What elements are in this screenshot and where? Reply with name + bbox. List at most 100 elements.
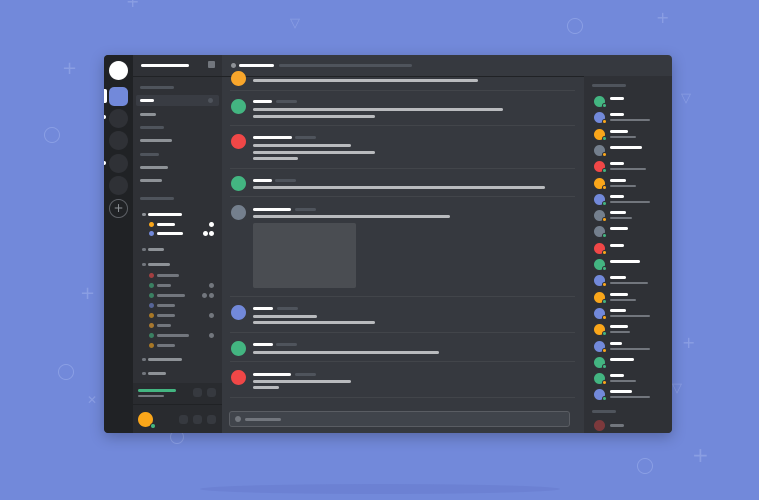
deafen-button[interactable]	[193, 415, 202, 424]
voice-user-avatar	[149, 231, 154, 236]
message-avatar[interactable]	[231, 71, 246, 86]
bg-triangle-icon: ▽	[681, 91, 691, 106]
message-avatar[interactable]	[231, 99, 246, 114]
member-name[interactable]	[610, 178, 626, 182]
message-username[interactable]	[253, 208, 291, 211]
channel-name	[140, 99, 154, 102]
member-activity	[610, 217, 632, 220]
member-name[interactable]	[610, 341, 622, 345]
member-name[interactable]	[610, 97, 624, 100]
voice-channel[interactable]	[142, 213, 146, 216]
bg-plus-icon: +	[692, 443, 709, 467]
voice-user-avatar	[149, 303, 154, 308]
server-icon[interactable]	[109, 176, 128, 195]
message-username[interactable]	[253, 179, 272, 182]
member-status-badge	[602, 168, 607, 174]
message-input[interactable]	[229, 411, 570, 427]
member-name[interactable]	[610, 325, 628, 329]
server-icon[interactable]	[109, 154, 128, 173]
voice-user-name	[157, 232, 183, 235]
voice-user-avatar	[149, 333, 154, 338]
member-name[interactable]	[610, 357, 634, 361]
member-name[interactable]	[610, 276, 626, 280]
channel-item[interactable]	[140, 113, 156, 116]
member-name[interactable]	[610, 260, 640, 263]
voice-user-indicator	[209, 283, 214, 288]
message-avatar[interactable]	[231, 341, 246, 356]
message-avatar[interactable]	[231, 176, 246, 191]
message-username[interactable]	[253, 307, 273, 310]
image-attachment[interactable]	[253, 223, 356, 288]
message-avatar[interactable]	[231, 305, 246, 320]
voice-channel[interactable]	[142, 372, 146, 375]
member-avatar-offline[interactable]	[594, 420, 605, 431]
member-name[interactable]	[610, 194, 624, 198]
settings-gear-icon[interactable]	[207, 415, 216, 424]
voice-channel[interactable]	[142, 358, 146, 361]
channel-item[interactable]	[140, 139, 172, 142]
voice-connected-status	[138, 389, 176, 392]
message-text	[253, 79, 478, 82]
voice-user-indicator	[209, 333, 214, 338]
voice-user-indicator	[209, 222, 214, 227]
upload-plus-icon[interactable]	[235, 416, 241, 422]
member-name[interactable]	[610, 390, 632, 394]
server-icon[interactable]	[109, 131, 128, 150]
server-header[interactable]	[133, 55, 222, 77]
bg-plus-icon: +	[62, 58, 78, 79]
message-input-placeholder	[245, 418, 281, 421]
message-divider	[230, 332, 575, 333]
unread-indicator	[104, 115, 106, 119]
voice-connected-panel	[133, 383, 222, 405]
server-menu-icon[interactable]	[208, 61, 215, 68]
category-header[interactable]	[140, 86, 174, 89]
member-activity	[610, 282, 648, 285]
member-name[interactable]	[610, 113, 624, 117]
member-activity	[610, 331, 630, 334]
channel-item[interactable]	[140, 179, 162, 182]
bg-circle-icon	[567, 18, 583, 34]
voice-user-avatar	[149, 343, 154, 348]
message-username[interactable]	[253, 136, 292, 139]
member-name-offline[interactable]	[610, 424, 624, 427]
member-name[interactable]	[610, 308, 626, 312]
member-name[interactable]	[610, 227, 628, 231]
channel-hash-icon	[231, 63, 236, 68]
home-icon[interactable]	[109, 61, 128, 80]
server-icon[interactable]	[109, 109, 128, 128]
member-name[interactable]	[610, 292, 628, 296]
message-username[interactable]	[253, 373, 291, 376]
voice-channel[interactable]	[142, 263, 146, 266]
member-name[interactable]	[610, 243, 624, 247]
member-name[interactable]	[610, 145, 642, 149]
message-avatar[interactable]	[231, 134, 246, 149]
member-category-header	[592, 84, 626, 87]
screen-share-button[interactable]	[207, 388, 216, 397]
bg-circle-icon	[44, 127, 60, 143]
member-status-badge	[602, 233, 607, 239]
channel-item[interactable]	[140, 166, 168, 169]
message-avatar[interactable]	[231, 205, 246, 220]
member-activity	[610, 396, 650, 399]
add-server-plus-icon[interactable]: +	[109, 199, 128, 218]
message-avatar[interactable]	[231, 370, 246, 385]
category-header[interactable]	[140, 153, 159, 156]
member-name[interactable]	[610, 211, 626, 215]
voice-user-name	[157, 223, 175, 226]
member-activity	[610, 298, 636, 301]
message-username[interactable]	[253, 100, 272, 103]
message-divider	[230, 90, 575, 91]
disconnect-button[interactable]	[193, 388, 202, 397]
category-header[interactable]	[140, 197, 174, 200]
voice-user-name	[157, 274, 179, 277]
voice-channel[interactable]	[142, 248, 146, 251]
member-name[interactable]	[610, 129, 628, 133]
chat-area	[222, 55, 584, 433]
window-shadow	[200, 484, 560, 494]
member-name[interactable]	[610, 162, 624, 166]
message-username[interactable]	[253, 343, 273, 346]
category-header[interactable]	[140, 126, 164, 129]
mute-button[interactable]	[179, 415, 188, 424]
server-icon-active[interactable]	[109, 87, 128, 106]
member-name[interactable]	[610, 374, 624, 378]
